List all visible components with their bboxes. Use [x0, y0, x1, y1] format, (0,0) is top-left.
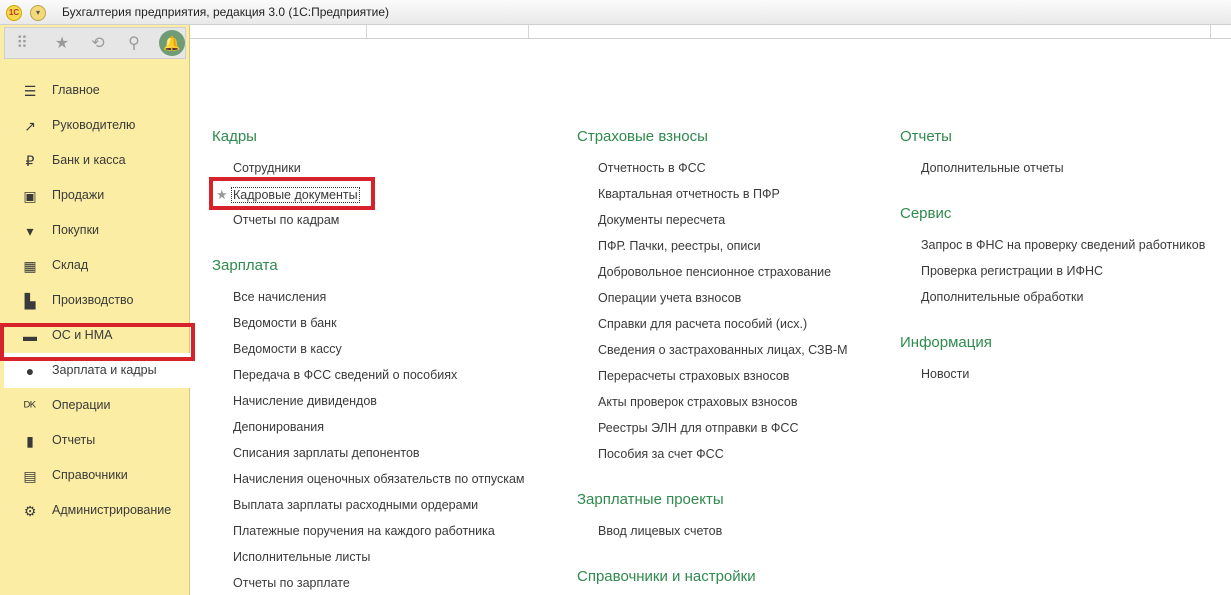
sidebar-item-label: Отчеты [52, 433, 96, 447]
title-bar: 1С ▾ Бухгалтерия предприятия, редакция 3… [0, 0, 1231, 25]
cart-icon: ▾ [26, 223, 34, 239]
shopping-bag-icon: ▣ [23, 188, 37, 204]
section-title: Сервис [900, 205, 952, 222]
sidebar-item-label: Главное [52, 83, 100, 97]
sidebar-item[interactable]: ₽ Банк и касса [4, 143, 190, 178]
sidebar-item[interactable]: ▤ Справочники [4, 458, 190, 493]
sidebar-item[interactable]: ᴰᴷ Операции [4, 388, 190, 423]
gear-icon: ⚙ [23, 503, 37, 519]
nav-link[interactable]: Реестры ЭЛН для отправки в ФСС [598, 421, 799, 435]
nav-link[interactable]: Начисление дивидендов [233, 394, 377, 408]
nav-link[interactable]: Списания зарплаты депонентов [233, 446, 420, 460]
nav-link[interactable]: Дополнительные обработки [921, 290, 1083, 304]
sidebar-toolbar: ⠿ ★ ⟲ ⚲ 🔔 [4, 27, 186, 59]
notifications-bell-icon[interactable]: 🔔 [159, 30, 185, 56]
nav-link[interactable]: Добровольное пенсионное страхование [598, 265, 831, 279]
sidebar-item-label: Операции [52, 398, 111, 412]
section-title: Кадры [212, 128, 257, 145]
nav-link[interactable]: Депонирования [233, 420, 324, 434]
nav-link[interactable]: Справки для расчета пособий (исх.) [598, 317, 807, 331]
nav-link[interactable]: Ведомости в кассу [233, 342, 342, 356]
sidebar-item-label: Администрирование [52, 503, 172, 517]
sidebar-item-label: Производство [52, 293, 134, 307]
nav-link[interactable]: Передача в ФСС сведений о пособиях [233, 368, 457, 382]
nav-link[interactable]: Перерасчеты страховых взносов [598, 369, 789, 383]
sidebar-item-label: Руководителю [52, 118, 136, 132]
nav-link[interactable]: Сотрудники [233, 161, 301, 175]
top-tab-strip [190, 25, 1231, 39]
ruble-icon: ₽ [25, 153, 35, 169]
nav-link[interactable]: Новости [921, 367, 969, 381]
main-menu-icon[interactable]: ▾ [30, 5, 46, 21]
nav-link[interactable]: Отчеты по зарплате [233, 576, 350, 590]
nav-link[interactable]: Пособия за счет ФСС [598, 447, 724, 461]
sidebar-item[interactable]: ▾ Покупки [4, 213, 190, 248]
nav-link[interactable]: Сведения о застрахованных лицах, СЗВ-М [598, 343, 848, 357]
1c-logo-icon[interactable]: 1С [6, 5, 22, 21]
nav-link[interactable]: ПФР. Пачки, реестры, описи [598, 239, 761, 253]
nav-link[interactable]: Отчетность в ФСС [598, 161, 706, 175]
nav-link[interactable]: Начисления оценочных обязательств по отп… [233, 472, 525, 486]
sidebar-item[interactable]: ▣ Продажи [4, 178, 190, 213]
nav-link[interactable]: Квартальная отчетность в ПФР [598, 187, 780, 201]
trend-up-icon: ↗ [24, 118, 36, 134]
section-title: Информация [900, 334, 992, 351]
sidebar-item-label: Склад [52, 258, 89, 272]
books-icon: ▤ [23, 468, 37, 484]
sidebar-item-label: Покупки [52, 223, 100, 237]
nav-link[interactable]: Отчеты по кадрам [233, 213, 339, 227]
nav-link[interactable]: Ввод лицевых счетов [598, 524, 722, 538]
apps-grid-icon[interactable]: ⠿ [11, 33, 33, 55]
section-title: Зарплата [212, 257, 278, 274]
nav-link[interactable]: Документы пересчета [598, 213, 725, 227]
dt-kt-icon: ᴰᴷ [23, 398, 37, 414]
bar-chart-icon: ▮ [26, 433, 34, 449]
nav-link[interactable]: Операции учета взносов [598, 291, 741, 305]
search-icon[interactable]: ⚲ [123, 33, 145, 55]
nav-link[interactable]: Проверка регистрации в ИФНС [921, 264, 1103, 278]
sidebar-item-label: Банк и касса [52, 153, 126, 167]
nav-link[interactable]: Акты проверок страховых взносов [598, 395, 797, 409]
sidebar-item-label: Продажи [52, 188, 105, 202]
sidebar-item[interactable]: ☰ Главное [4, 73, 190, 108]
sidebar-item-label: Справочники [52, 468, 128, 482]
warehouse-grid-icon: ▦ [23, 258, 37, 274]
section-title: Справочники и настройки [577, 568, 756, 585]
nav-link[interactable]: Исполнительные листы [233, 550, 370, 564]
factory-icon: ▙ [24, 293, 36, 309]
nav-link[interactable]: Все начисления [233, 290, 326, 304]
nav-link[interactable]: Дополнительные отчеты [921, 161, 1064, 175]
nav-link[interactable]: Ведомости в банк [233, 316, 337, 330]
sidebar-item[interactable]: ▮ Отчеты [4, 423, 190, 458]
sidebar-item[interactable]: ⚙ Администрирование [4, 493, 190, 528]
history-icon[interactable]: ⟲ [87, 33, 109, 55]
nav-link[interactable]: Платежные поручения на каждого работника [233, 524, 495, 538]
person-icon: ● [25, 363, 35, 379]
active-section-highlight [0, 323, 195, 361]
sections-panel: ⠿ ★ ⟲ ⚲ 🔔 ☰ Главное ↗ Руководителю ₽ Банк и к… [0, 25, 190, 595]
section-title: Страховые взносы [577, 128, 708, 145]
sidebar-item[interactable]: ▙ Производство [4, 283, 190, 318]
sidebar-item[interactable]: ↗ Руководителю [4, 108, 190, 143]
favorites-star-icon[interactable]: ★ [51, 33, 73, 55]
sidebar-item-label: Зарплата и кадры [52, 363, 157, 377]
nav-link[interactable]: Запрос в ФНС на проверку сведений работн… [921, 238, 1205, 252]
menu-lines-icon: ☰ [23, 83, 37, 99]
nav-link[interactable]: Кадровые документы [231, 187, 360, 203]
section-title: Отчеты [900, 128, 952, 145]
window-title: Бухгалтерия предприятия, редакция 3.0 (1… [62, 5, 390, 19]
nav-link[interactable]: Выплата зарплаты расходными ордерами [233, 498, 478, 512]
section-title: Зарплатные проекты [577, 491, 724, 508]
sidebar-item[interactable]: ▦ Склад [4, 248, 190, 283]
